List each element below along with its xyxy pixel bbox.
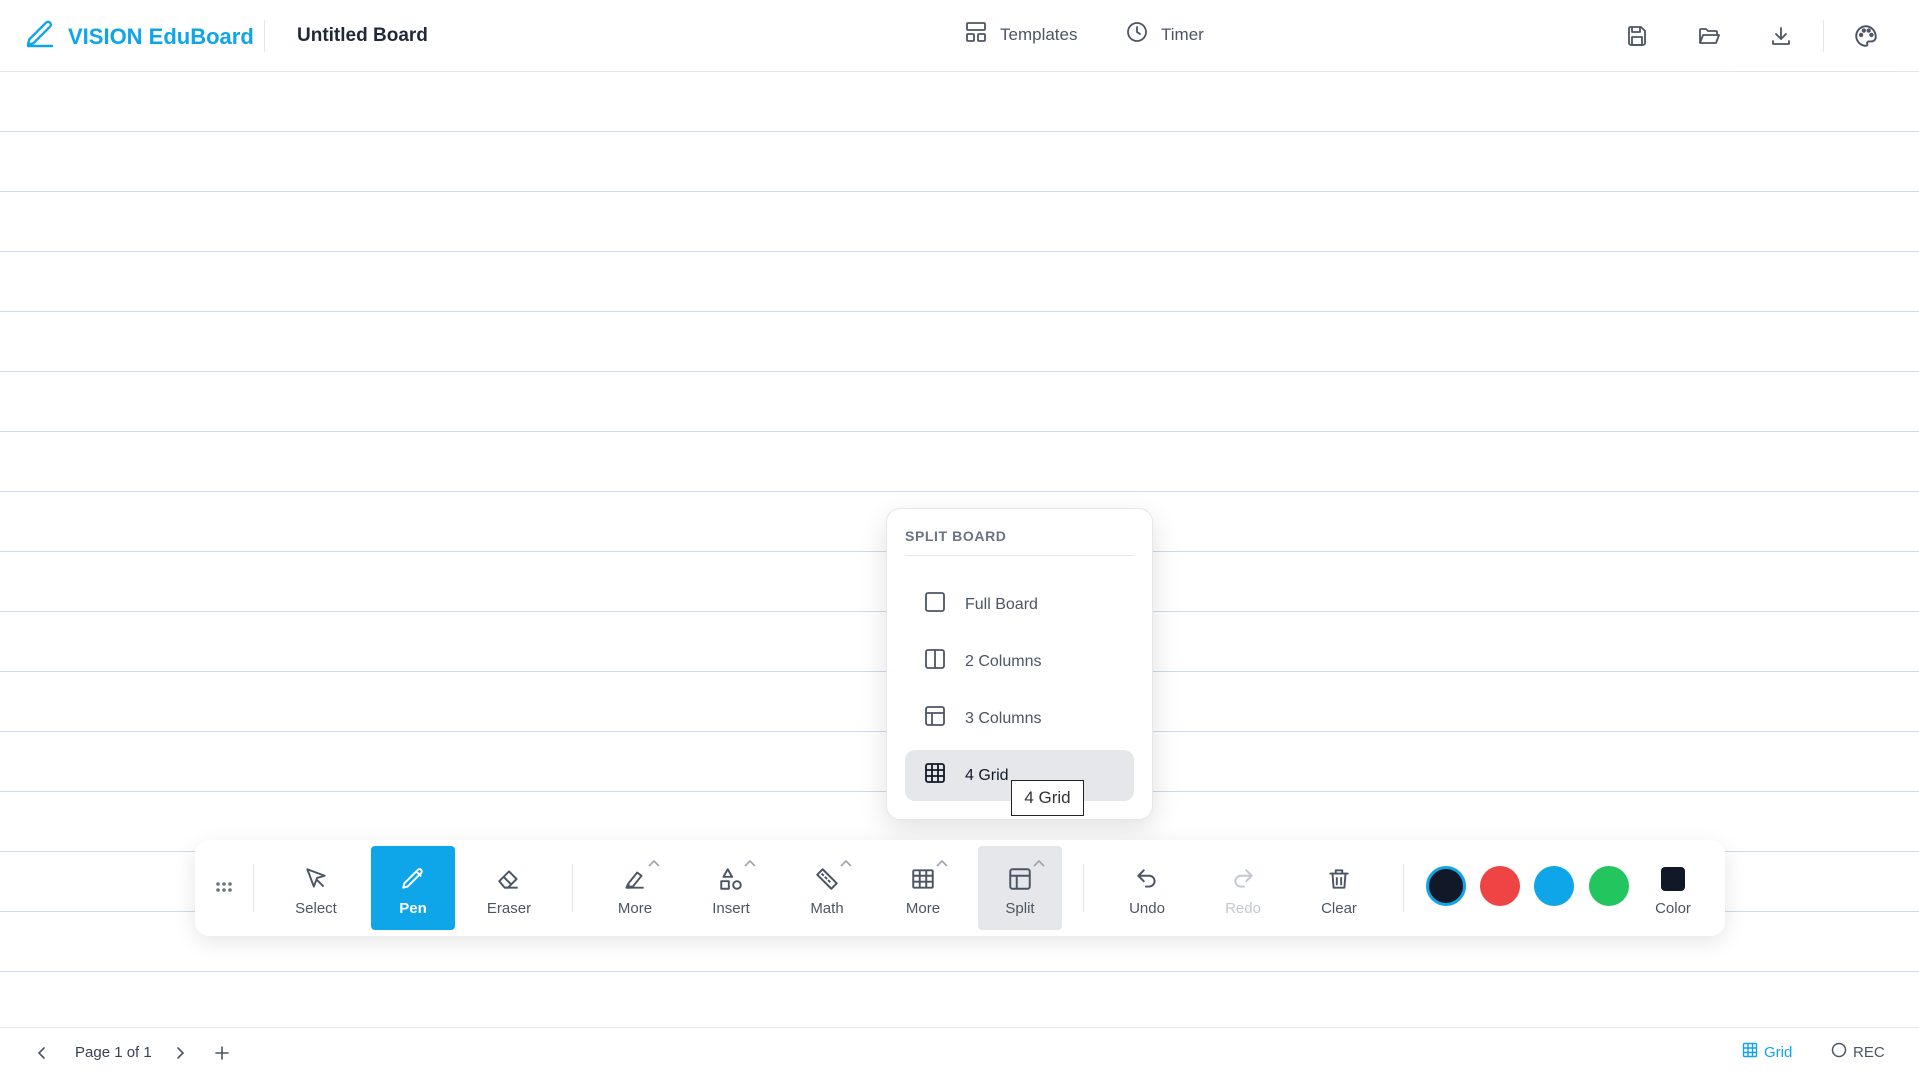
- shapes-icon: [716, 864, 746, 894]
- toolbar-separator: [253, 864, 254, 912]
- split-board-separator: [905, 555, 1134, 556]
- pen-tool-button[interactable]: Pen: [371, 846, 455, 930]
- save-icon[interactable]: [1622, 21, 1652, 51]
- templates-button[interactable]: Templates: [964, 20, 1077, 49]
- color-swatch-black[interactable]: [1426, 866, 1466, 906]
- eraser-tool-button[interactable]: Eraser: [467, 846, 551, 930]
- highlighter-icon: [620, 864, 650, 894]
- math-tools-button[interactable]: Math: [785, 846, 869, 930]
- split-board-menu: SPLIT BOARD Full Board 2 Columns 3 Colum…: [886, 508, 1153, 820]
- previous-page-icon[interactable]: [31, 1042, 53, 1064]
- tool-label: Insert: [712, 900, 750, 917]
- three-columns-icon: [923, 704, 947, 733]
- color-label: Color: [1655, 900, 1691, 917]
- layout-icon: [964, 20, 988, 49]
- split-option-label: 4 Grid: [965, 766, 1009, 784]
- palette-icon[interactable]: [1851, 21, 1881, 51]
- color-picker-icon: [1658, 864, 1688, 894]
- brand-name: VISION EduBoard: [68, 23, 254, 49]
- toolbar-separator: [572, 864, 573, 912]
- cursor-icon: [301, 864, 331, 894]
- record-circle-icon: [1831, 1042, 1847, 1062]
- redo-icon: [1228, 864, 1258, 894]
- app-header: VISION EduBoard Untitled Board Templates…: [0, 0, 1919, 72]
- page-indicator: Page 1 of 1: [75, 1044, 152, 1061]
- pencil-logo-icon: [24, 18, 56, 55]
- header-divider: [264, 20, 265, 52]
- four-grid-icon: [923, 761, 947, 790]
- timer-button[interactable]: Timer: [1125, 20, 1204, 49]
- eraser-icon: [494, 864, 524, 894]
- drag-handle-icon[interactable]: [213, 876, 235, 898]
- folder-open-icon[interactable]: [1694, 21, 1724, 51]
- board-title[interactable]: Untitled Board: [297, 25, 428, 47]
- undo-button[interactable]: Undo: [1105, 846, 1189, 930]
- download-icon[interactable]: [1766, 21, 1796, 51]
- split-option-3-columns[interactable]: 3 Columns: [905, 693, 1134, 744]
- split-option-label: Full Board: [965, 595, 1038, 613]
- chevron-up-icon: [936, 859, 948, 867]
- header-divider-right: [1823, 20, 1824, 52]
- two-columns-icon: [923, 647, 947, 676]
- current-color-square: [1661, 867, 1685, 891]
- undo-icon: [1132, 864, 1162, 894]
- tool-label: More: [905, 900, 941, 917]
- drawing-toolbar: Select Pen Eraser More Insert Math More …: [195, 840, 1725, 936]
- chevron-up-icon: [1033, 859, 1045, 867]
- split-option-2-columns[interactable]: 2 Columns: [905, 636, 1134, 687]
- tool-label: Split: [1005, 900, 1035, 917]
- chevron-up-icon: [840, 859, 852, 867]
- split-board-title: SPLIT BOARD: [905, 528, 1007, 544]
- split-icon: [1005, 864, 1035, 894]
- ruler-icon: [812, 864, 842, 894]
- chevron-up-icon: [648, 859, 660, 867]
- add-page-icon[interactable]: [211, 1042, 233, 1064]
- tool-label: Pen: [399, 900, 427, 917]
- tool-label: More: [617, 900, 653, 917]
- split-board-button[interactable]: Split: [978, 846, 1062, 930]
- split-option-label: 3 Columns: [965, 709, 1042, 727]
- tool-label: Eraser: [486, 900, 532, 917]
- tooltip: 4 Grid: [1011, 780, 1084, 816]
- next-page-icon[interactable]: [169, 1042, 191, 1064]
- trash-icon: [1324, 864, 1354, 894]
- more-drawing-tools-button[interactable]: More: [593, 846, 677, 930]
- color-picker-button[interactable]: Color: [1631, 846, 1715, 930]
- more-insert-button[interactable]: More: [881, 846, 965, 930]
- grid-label: Grid: [1764, 1043, 1793, 1061]
- clock-icon: [1125, 20, 1149, 49]
- toolbar-separator: [1083, 864, 1084, 912]
- tool-label: Math: [810, 900, 844, 917]
- color-swatch-green[interactable]: [1589, 866, 1629, 906]
- status-bar: Page 1 of 1 Grid REC: [0, 1027, 1919, 1079]
- clear-button[interactable]: Clear: [1297, 846, 1381, 930]
- insert-button[interactable]: Insert: [689, 846, 773, 930]
- grid-toggle[interactable]: Grid: [1742, 1042, 1792, 1062]
- tool-label: Select: [295, 900, 337, 917]
- table-icon: [908, 864, 938, 894]
- brand[interactable]: VISION EduBoard: [24, 18, 254, 55]
- tool-label: Clear: [1321, 900, 1357, 917]
- grid-icon: [1742, 1042, 1758, 1062]
- record-button[interactable]: REC: [1831, 1042, 1885, 1062]
- pen-icon: [398, 864, 428, 894]
- select-tool-button[interactable]: Select: [274, 846, 358, 930]
- split-option-label: 2 Columns: [965, 652, 1042, 670]
- timer-label: Timer: [1161, 24, 1204, 44]
- color-swatch-blue[interactable]: [1534, 866, 1574, 906]
- tool-label: Redo: [1225, 900, 1261, 917]
- toolbar-separator: [1403, 864, 1404, 912]
- tool-label: Undo: [1129, 900, 1165, 917]
- color-swatch-red[interactable]: [1480, 866, 1520, 906]
- redo-button[interactable]: Redo: [1201, 846, 1285, 930]
- split-option-full-board[interactable]: Full Board: [905, 579, 1134, 630]
- full-board-icon: [923, 590, 947, 619]
- templates-label: Templates: [1000, 24, 1078, 44]
- chevron-up-icon: [744, 859, 756, 867]
- rec-label: REC: [1853, 1043, 1885, 1061]
